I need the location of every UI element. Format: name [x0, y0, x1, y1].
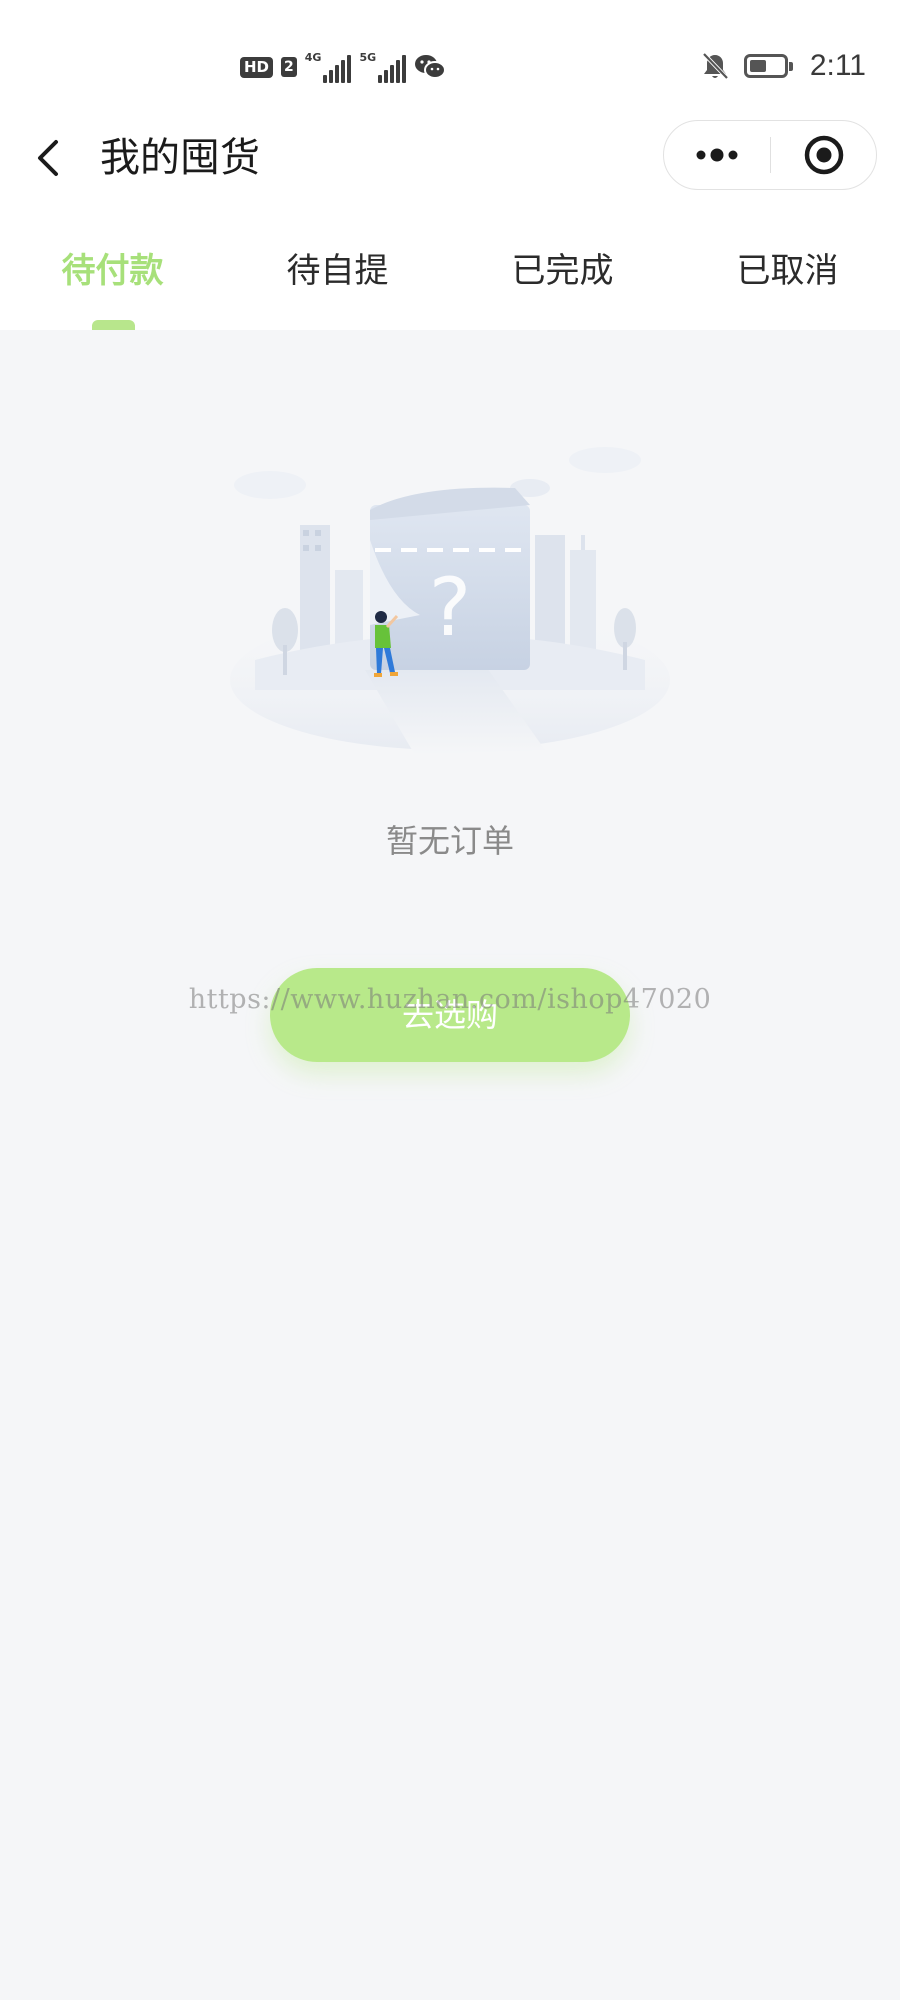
tab-completed[interactable]: 已完成 — [450, 236, 675, 306]
status-bar-left: HD 2 4G 5G — [240, 50, 447, 84]
mini-program-capsule — [663, 120, 877, 190]
status-bar: HD 2 4G 5G 2:11 — [0, 0, 900, 130]
empty-orders-illustration: ? — [230, 447, 670, 755]
network-type-4g: 4G — [304, 51, 322, 64]
status-time: 2:11 — [809, 49, 866, 82]
more-dots-icon — [696, 148, 738, 162]
nav-bar: 我的囤货 — [0, 120, 900, 196]
signal-5g: 5G — [359, 51, 407, 83]
wechat-icon — [415, 55, 447, 79]
battery-icon — [743, 54, 793, 78]
close-button[interactable] — [771, 121, 877, 189]
go-shopping-button[interactable]: 去选购 — [270, 968, 630, 1062]
tab-pending-payment[interactable]: 待付款 — [0, 236, 225, 306]
chevron-left-icon — [38, 140, 58, 176]
bell-off-icon — [702, 52, 729, 80]
sim-badge: 2 — [281, 57, 297, 77]
network-type-5g: 5G — [359, 51, 377, 64]
page-title: 我的囤货 — [100, 135, 260, 181]
more-button[interactable] — [664, 121, 770, 189]
header-area: HD 2 4G 5G 2:11 我的囤货 待付款 待自提 已完成 已取消 — [0, 0, 900, 330]
status-bar-right: 2:11 — [700, 44, 866, 88]
signal-bars-icon — [323, 55, 352, 83]
active-tab-indicator — [92, 320, 135, 330]
signal-4g: 4G — [305, 51, 352, 83]
hd-badge: HD — [240, 56, 274, 78]
tab-cancelled[interactable]: 已取消 — [675, 236, 900, 306]
order-status-tabs: 待付款 待自提 已完成 已取消 — [0, 236, 900, 330]
back-button[interactable] — [28, 134, 76, 182]
target-circle-icon — [804, 135, 844, 175]
svg-text:?: ? — [429, 561, 471, 654]
tab-pending-pickup[interactable]: 待自提 — [225, 236, 450, 306]
signal-bars-icon — [378, 55, 407, 83]
empty-state-message: 暂无订单 — [385, 822, 514, 860]
